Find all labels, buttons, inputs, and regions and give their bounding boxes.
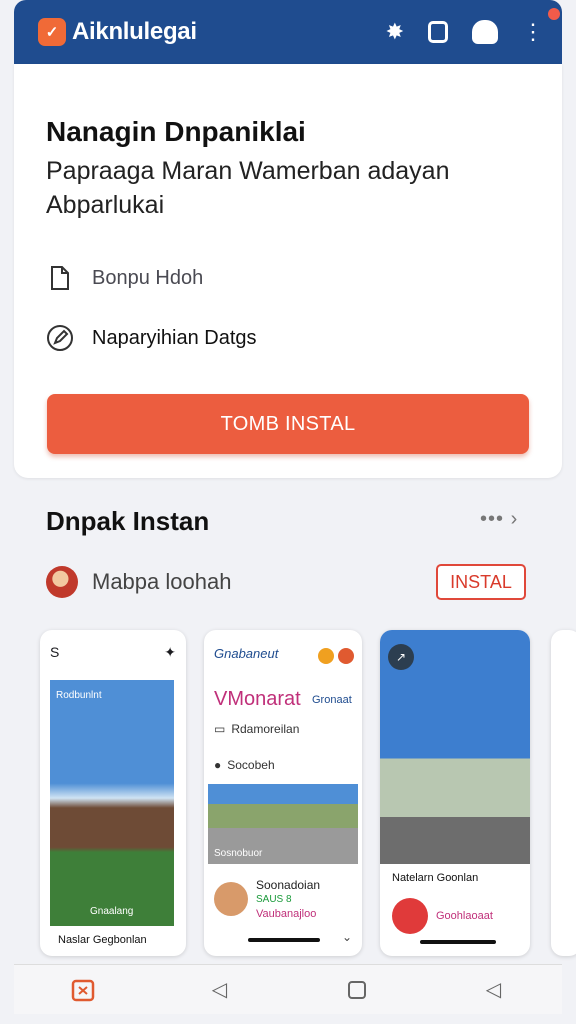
scene-label: Rodbunlnt: [56, 690, 102, 701]
list-item: ▭ Rdamoreilan: [214, 722, 299, 736]
square-icon[interactable]: [428, 21, 448, 43]
profile-avatar: [392, 898, 428, 934]
home-handle: [248, 938, 320, 942]
crowd-scene-image: Sosnobuor: [208, 784, 358, 864]
screenshot-caption: Naslar Gegbonlan: [58, 934, 147, 946]
pen-circle-icon: [46, 324, 74, 352]
brand-text: Gnabaneut: [214, 646, 279, 661]
app-description: Papraaga Maran Wamerban adayan Abparluka…: [46, 157, 450, 219]
app-logo-icon: ✓: [38, 18, 66, 46]
storage-label: Bonpu Hdoh: [92, 266, 204, 289]
robot-avatar-icon[interactable]: [472, 20, 498, 44]
share-icon[interactable]: ↗: [388, 644, 414, 670]
game-icon: ✦: [164, 644, 176, 660]
headline-text: VMonarat: [214, 688, 301, 710]
recents-icon[interactable]: ◁: [474, 970, 514, 1010]
scene-label: Sosnobuor: [214, 848, 263, 859]
permission-row[interactable]: Naparyihian Datgs: [46, 324, 257, 352]
card-pink: Vaubanajloo: [256, 908, 317, 920]
more-dots: •••: [480, 508, 505, 530]
screenshot-caption: Natelarn Goonlan: [392, 872, 479, 884]
more-vert-icon[interactable]: ⋮: [522, 21, 544, 43]
section-more-button[interactable]: ••• ›: [480, 508, 518, 531]
home-handle: [420, 940, 496, 944]
pink-label: Goohlaoaat: [436, 910, 493, 922]
top-app-bar: ✓ Aiknlulegai ✸ ⋮: [14, 0, 562, 64]
list-item-label: Rdamoreilan: [231, 722, 300, 736]
village-scene-image: Rodbunlnt Gnaalang: [50, 680, 174, 926]
storage-row: Bonpu Hdoh: [46, 264, 203, 292]
avatar-icon: [338, 648, 354, 664]
list-item: ● Socobeh: [214, 758, 275, 772]
person-label: Gnaalang: [90, 906, 134, 917]
chevron-down-icon: ⌄: [341, 930, 352, 944]
list-item-label: Socobeh: [227, 758, 275, 772]
user-icon: ●: [214, 758, 222, 772]
home-square: [347, 980, 366, 999]
install-card: Nanagin Dnpaniklai Papraaga Maran Wamerb…: [14, 64, 562, 478]
install-button[interactable]: TOMB INSTAL: [47, 394, 529, 454]
notification-dot: [548, 8, 560, 20]
s-logo: S: [50, 644, 60, 660]
top-actions: ✸ ⋮: [386, 20, 544, 44]
profile-avatar: [214, 882, 248, 916]
screenshot-card[interactable]: S ✦ Rodbunlnt Gnaalang Naslar Gegbonlan: [40, 630, 186, 956]
instant-app-row: Mabpa loohah INSTAL: [46, 560, 526, 604]
chevron-right-icon: ›: [510, 508, 519, 530]
headline-sub: Gronaat: [312, 694, 352, 706]
app-title: Aiknlulegai: [72, 18, 197, 45]
screenshot-card[interactable]: Gnabaneut VMonarat Gronaat ▭ Rdamoreilan…: [204, 630, 362, 956]
instant-app-icon: [46, 566, 78, 598]
screenshot-card[interactable]: ↗ Natelarn Goonlan Goohlaoaat: [380, 630, 530, 956]
back-icon[interactable]: ◁: [200, 970, 240, 1010]
file-icon: [46, 264, 74, 292]
card-sub: SAUS 8: [256, 894, 292, 905]
section-title: Dnpak Instan: [46, 506, 210, 536]
permission-label: Naparyihian Datgs: [92, 326, 257, 349]
puzzle-icon[interactable]: ✸: [386, 21, 404, 43]
page-title: Nanagin Dnpaniklai: [46, 116, 306, 147]
instant-install-button[interactable]: INSTAL: [436, 564, 526, 600]
system-nav-bar: ◁ ◁: [14, 964, 562, 1014]
screenshot-card[interactable]: [551, 630, 576, 956]
puzzle-nav-icon[interactable]: [63, 970, 103, 1010]
message-icon: ▭: [214, 722, 226, 736]
coin-icon: [318, 648, 334, 664]
instant-app-name: Mabpa loohah: [92, 569, 232, 594]
screenshot-header: S ✦: [50, 644, 176, 661]
card-title: Soonadoian: [256, 878, 321, 892]
home-icon[interactable]: [337, 970, 377, 1010]
